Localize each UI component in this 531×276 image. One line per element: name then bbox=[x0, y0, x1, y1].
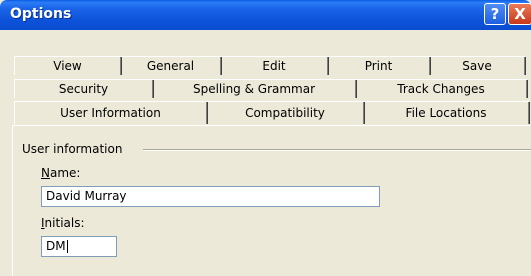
initials-value: DM bbox=[46, 239, 66, 253]
tab-compatibility[interactable]: Compatibility bbox=[207, 102, 364, 124]
tab-user-information[interactable]: User Information bbox=[15, 102, 207, 124]
tab-general[interactable]: General bbox=[121, 57, 221, 75]
name-label: Name: bbox=[41, 166, 81, 180]
close-icon: X bbox=[514, 5, 526, 23]
initials-label: Initials: bbox=[41, 216, 85, 230]
tab-edit[interactable]: Edit bbox=[221, 57, 328, 75]
tab-view[interactable]: View bbox=[15, 57, 121, 75]
tab-save[interactable]: Save bbox=[430, 57, 525, 75]
close-button[interactable]: X bbox=[508, 3, 531, 25]
help-icon: ? bbox=[490, 5, 500, 23]
name-value: David Murray bbox=[46, 189, 127, 203]
tab-row-2: Security Spelling & Grammar Track Change… bbox=[14, 79, 527, 98]
tab-security[interactable]: Security bbox=[15, 80, 153, 98]
tab-file-locations[interactable]: File Locations bbox=[364, 102, 529, 124]
window-title: Options bbox=[10, 6, 72, 22]
initials-field[interactable]: DM bbox=[41, 236, 117, 257]
tab-spelling-grammar[interactable]: Spelling & Grammar bbox=[153, 80, 356, 98]
help-button[interactable]: ? bbox=[484, 3, 506, 25]
tab-row-3: User Information Compatibility File Loca… bbox=[14, 101, 529, 124]
group-label-user-information: User information bbox=[22, 142, 123, 156]
tab-track-changes[interactable]: Track Changes bbox=[356, 80, 527, 98]
group-divider bbox=[143, 149, 531, 151]
tab-print[interactable]: Print bbox=[328, 57, 430, 75]
name-field[interactable]: David Murray bbox=[41, 186, 380, 207]
text-caret bbox=[66, 240, 68, 253]
title-bar[interactable]: Options ? X bbox=[0, 0, 531, 30]
tab-row-1: View General Edit Print Save bbox=[14, 56, 525, 75]
